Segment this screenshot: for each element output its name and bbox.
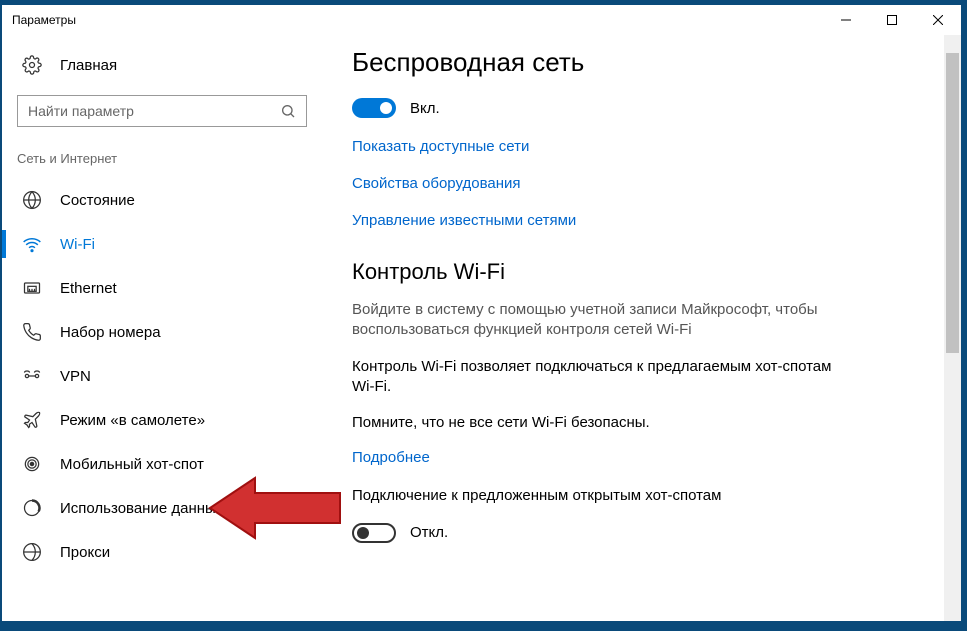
sidebar-item-label: Состояние <box>60 192 135 209</box>
sidebar-item-label: Мобильный хот-спот <box>60 456 204 473</box>
maximize-button[interactable] <box>869 5 915 35</box>
airplane-icon <box>22 410 42 430</box>
titlebar: Параметры <box>2 5 961 35</box>
scrollbar-thumb[interactable] <box>946 53 959 353</box>
sidebar-item-vpn[interactable]: VPN <box>2 354 322 398</box>
wifi-icon <box>22 234 42 254</box>
section-title: Сеть и Интернет <box>2 145 322 178</box>
hotspot-toggle-row: Откл. <box>352 523 931 543</box>
open-hotspot-toggle[interactable] <box>352 523 396 543</box>
sidebar-item-status[interactable]: Состояние <box>2 178 322 222</box>
minimize-icon <box>841 15 851 25</box>
gear-icon <box>22 55 42 75</box>
link-hardware-props[interactable]: Свойства оборудования <box>352 175 931 192</box>
sidebar-item-label: VPN <box>60 368 91 385</box>
close-icon <box>933 15 943 25</box>
sidebar-item-wifi[interactable]: Wi-Fi <box>2 222 322 266</box>
phone-icon <box>22 322 42 342</box>
content-pane: Беспроводная сеть Вкл. Показать доступны… <box>322 35 961 621</box>
sidebar-item-dialup[interactable]: Набор номера <box>2 310 322 354</box>
page-heading-wireless: Беспроводная сеть <box>352 47 931 78</box>
ethernet-icon <box>22 278 42 298</box>
search-input[interactable] <box>28 103 280 119</box>
link-learn-more[interactable]: Подробнее <box>352 449 931 466</box>
sidebar-item-label: Ethernet <box>60 280 117 297</box>
data-usage-icon <box>22 498 42 518</box>
scrollbar[interactable] <box>944 35 961 621</box>
sidebar-item-data-usage[interactable]: Использование данных <box>2 486 322 530</box>
link-show-networks[interactable]: Показать доступные сети <box>352 138 931 155</box>
open-hotspot-label: Подключение к предложенным открытым хот-… <box>352 486 832 506</box>
home-button[interactable]: Главная <box>2 45 322 85</box>
wifi-sense-desc: Контроль Wi-Fi позволяет подключаться к … <box>352 357 832 398</box>
window-controls <box>823 5 961 35</box>
wifi-sense-warning: Помните, что не все сети Wi-Fi безопасны… <box>352 413 832 433</box>
link-manage-networks[interactable]: Управление известными сетями <box>352 212 931 229</box>
wifi-toggle-label: Вкл. <box>410 100 440 117</box>
wifi-toggle[interactable] <box>352 98 396 118</box>
sidebar-item-label: Использование данных <box>60 500 223 517</box>
sidebar-item-proxy[interactable]: Прокси <box>2 530 322 574</box>
sidebar-item-ethernet[interactable]: Ethernet <box>2 266 322 310</box>
sidebar-item-label: Набор номера <box>60 324 161 341</box>
window-title: Параметры <box>12 13 76 27</box>
sidebar-item-airplane[interactable]: Режим «в самолете» <box>2 398 322 442</box>
globe-icon <box>22 190 42 210</box>
sidebar-item-hotspot[interactable]: Мобильный хот-спот <box>2 442 322 486</box>
open-hotspot-toggle-label: Откл. <box>410 524 448 541</box>
search-icon <box>280 103 296 119</box>
search-box[interactable] <box>17 95 307 127</box>
sidebar-item-label: Wi-Fi <box>60 236 95 253</box>
main-container: Главная Сеть и Интернет Состояние Wi-Fi … <box>2 35 961 621</box>
home-label: Главная <box>60 57 117 74</box>
signin-prompt-text: Войдите в систему с помощью учетной запи… <box>352 300 832 341</box>
settings-window: Параметры Главная <box>2 5 961 621</box>
vpn-icon <box>22 366 42 386</box>
wifi-toggle-row: Вкл. <box>352 98 931 118</box>
hotspot-icon <box>22 454 42 474</box>
sidebar: Главная Сеть и Интернет Состояние Wi-Fi … <box>2 35 322 621</box>
close-button[interactable] <box>915 5 961 35</box>
sidebar-item-label: Прокси <box>60 544 110 561</box>
minimize-button[interactable] <box>823 5 869 35</box>
sidebar-item-label: Режим «в самолете» <box>60 412 205 429</box>
page-heading-wifi-sense: Контроль Wi-Fi <box>352 259 931 285</box>
proxy-icon <box>22 542 42 562</box>
maximize-icon <box>887 15 897 25</box>
